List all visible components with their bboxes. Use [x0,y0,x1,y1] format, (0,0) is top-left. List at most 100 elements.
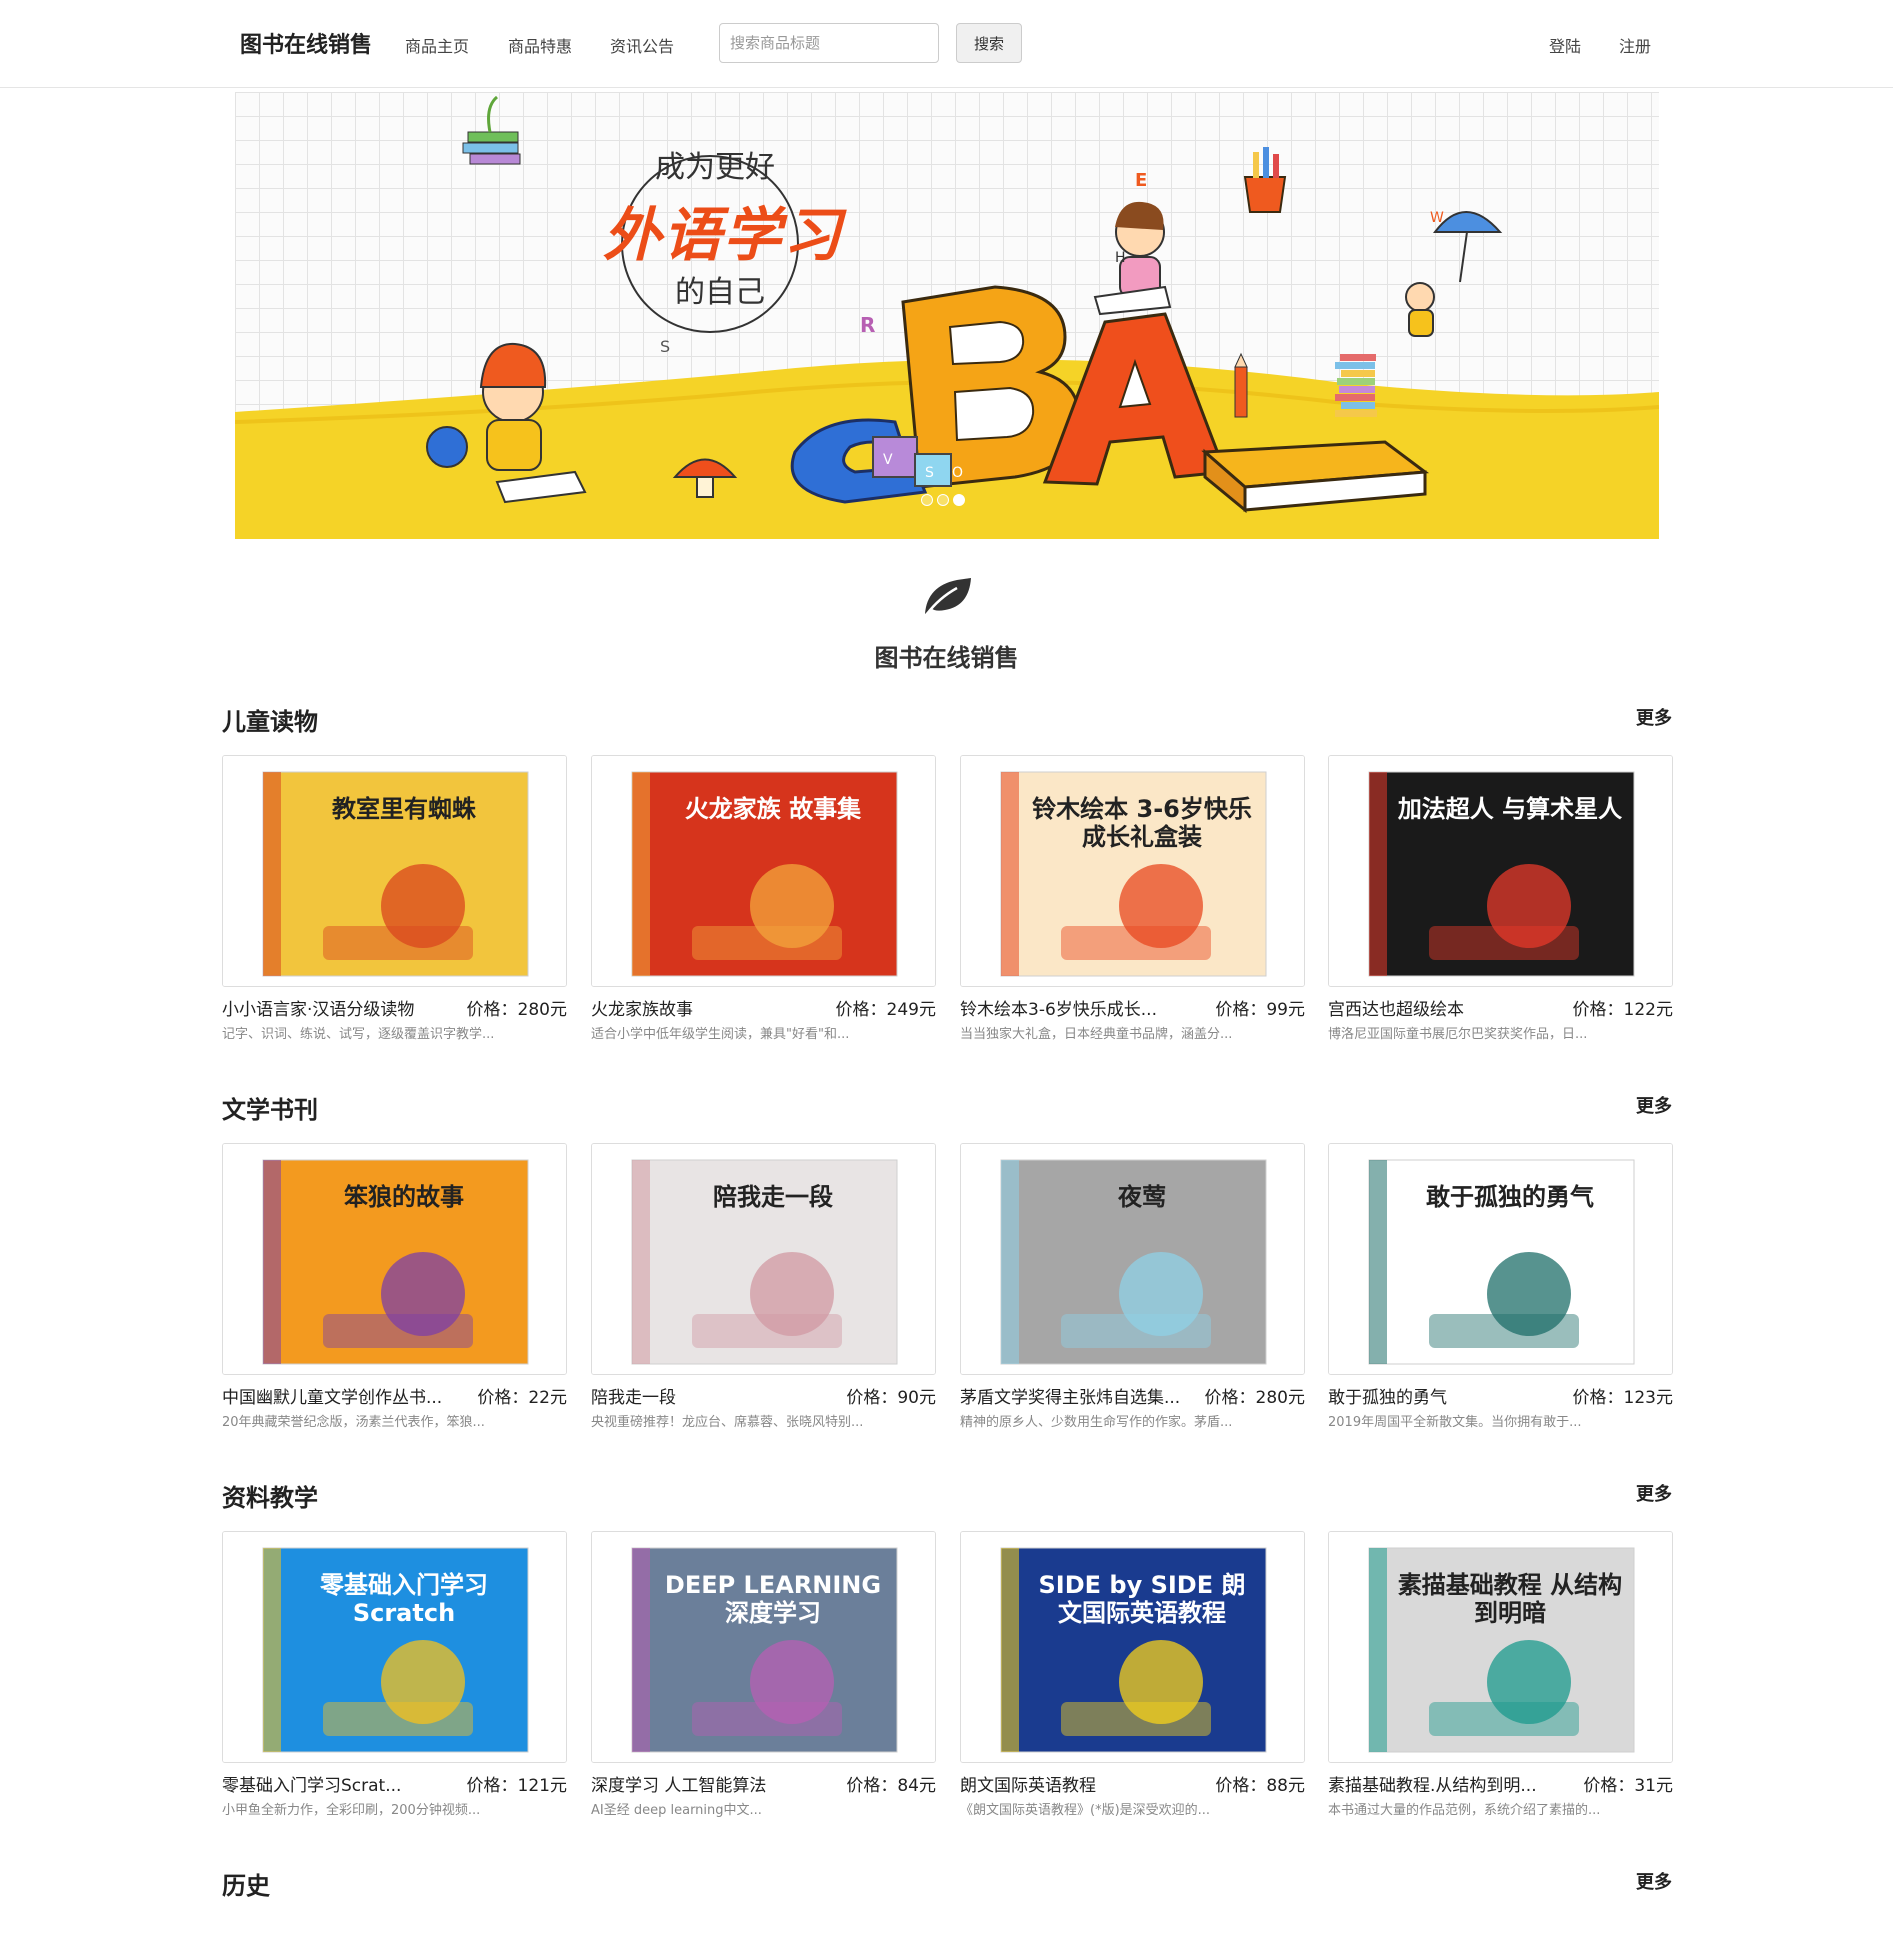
product-thumbnail[interactable]: 铃木绘本 3-6岁快乐成长礼盒装 [960,755,1305,987]
product-price: 价格：280元 [1204,1388,1305,1408]
product-description: 小甲鱼全新力作，全彩印刷，200分钟视频... [222,1803,481,1818]
nav-home[interactable]: 商品主页 [405,33,469,57]
product-card[interactable]: SIDE by SIDE 朗文国际英语教程 朗文国际英语教程 价格：88元 《朗… [960,1531,1305,1818]
product-description: 博洛尼亚国际童书展厄尔巴奖获奖作品，日... [1328,1027,1588,1042]
book-cover-image [223,756,566,986]
leaf-icon [925,578,971,615]
product-thumbnail[interactable]: 火龙家族 故事集 [591,755,936,987]
product-name[interactable]: 铃木绘本3-6岁快乐成长... [960,995,1180,1020]
book-cover-title: 敢于孤独的勇气 [1426,1183,1594,1211]
section-title: 资料教学 [222,1484,318,1512]
product-card[interactable]: 素描基础教程 从结构到明暗 素描基础教程.从结构到明... 价格：31元 本书通… [1328,1531,1673,1818]
product-name[interactable]: 宫西达也超级绘本 [1328,995,1548,1020]
book-cover-title: 铃木绘本 3-6岁快乐成长礼盒装 [1032,795,1252,851]
nav-deals[interactable]: 商品特惠 [508,33,572,57]
product-price: 价格：123元 [1572,1388,1673,1408]
product-card[interactable]: DEEP LEARNING 深度学习 深度学习 人工智能算法 价格：84元 AI… [591,1531,936,1818]
register-link[interactable]: 注册 [1619,33,1651,57]
product-name[interactable]: 火龙家族故事 [591,995,811,1020]
book-cover-image [1329,1144,1672,1374]
section-title: 历史 [222,1872,270,1900]
login-link[interactable]: 登陆 [1549,33,1581,57]
top-navbar: 图书在线销售 商品主页 商品特惠 资讯公告 搜索 登陆 注册 [0,0,1893,88]
product-thumbnail[interactable]: 陪我走一段 [591,1143,936,1375]
nav-news[interactable]: 资讯公告 [610,33,674,57]
product-thumbnail[interactable]: 夜莺 [960,1143,1305,1375]
product-thumbnail[interactable]: 加法超人 与算术星人 [1328,755,1673,987]
carousel-dot-1[interactable] [921,494,933,506]
more-link[interactable]: 更多 [1636,1868,1672,1894]
hero-banner[interactable]: E H W R S V S O 成为更好 外语学习 的自己 [235,92,1659,539]
product-name[interactable]: 茅盾文学奖得主张炜自选集... [960,1383,1180,1408]
product-description: 《朗文国际英语教程》(*版)是深受欢迎的... [960,1803,1211,1818]
product-card[interactable]: 夜莺 茅盾文学奖得主张炜自选集... 价格：280元 精神的原乡人、少数用生命写… [960,1143,1305,1430]
product-card[interactable]: 铃木绘本 3-6岁快乐成长礼盒装 铃木绘本3-6岁快乐成长... 价格：99元 … [960,755,1305,1042]
product-thumbnail[interactable]: 教室里有蜘蛛 [222,755,567,987]
product-name[interactable]: 陪我走一段 [591,1383,811,1408]
banner-letter-s: S [660,337,670,356]
search-button[interactable]: 搜索 [956,23,1022,63]
product-card[interactable]: 零基础入门学习 Scratch 零基础入门学习Scrat... 价格：121元 … [222,1531,567,1818]
product-price: 价格：88元 [1215,1776,1305,1796]
product-card[interactable]: 陪我走一段 陪我走一段 价格：90元 央视重磅推荐！龙应台、席慕蓉、张晓风特别.… [591,1143,936,1430]
book-cover-image [223,1144,566,1374]
product-card[interactable]: 加法超人 与算术星人 宫西达也超级绘本 价格：122元 博洛尼亚国际童书展厄尔巴… [1328,755,1673,1042]
carousel-dot-3[interactable] [953,494,965,506]
banner-slogan-top: 成为更好 [655,150,775,185]
product-price: 价格：249元 [835,1000,936,1020]
book-cover-title: 加法超人 与算术星人 [1397,795,1623,823]
product-thumbnail[interactable]: 素描基础教程 从结构到明暗 [1328,1531,1673,1763]
more-link[interactable]: 更多 [1636,704,1672,730]
product-thumbnail[interactable]: 零基础入门学习 Scratch [222,1531,567,1763]
product-price: 价格：90元 [846,1388,936,1408]
banner-letter-s2: S [925,465,934,481]
product-price: 价格：31元 [1583,1776,1673,1796]
product-card[interactable]: 教室里有蜘蛛 小小语言家·汉语分级读物 价格：280元 记字、识词、练说、试写，… [222,755,567,1042]
product-price: 价格：122元 [1572,1000,1673,1020]
product-card[interactable]: 笨狼的故事 中国幽默儿童文学创作丛书... 价格：22元 20年典藏荣誉纪念版，… [222,1143,567,1430]
product-name[interactable]: 朗文国际英语教程 [960,1771,1180,1796]
product-description: 精神的原乡人、少数用生命写作的作家。茅盾... [960,1415,1233,1430]
product-name[interactable]: 零基础入门学习Scrat... [222,1771,442,1796]
product-description: 记字、识词、练说、试写，逐级覆盖识字教学... [222,1027,495,1042]
book-cover-image [961,756,1304,986]
banner-letter-e: E [1135,170,1147,191]
product-thumbnail[interactable]: 敢于孤独的勇气 [1328,1143,1673,1375]
book-cover-title: 火龙家族 故事集 [684,795,862,823]
more-link[interactable]: 更多 [1636,1092,1672,1118]
product-thumbnail[interactable]: SIDE by SIDE 朗文国际英语教程 [960,1531,1305,1763]
product-name[interactable]: 小小语言家·汉语分级读物 [222,995,442,1020]
carousel-dot-2[interactable] [937,494,949,506]
product-name[interactable]: 素描基础教程.从结构到明... [1328,1771,1548,1796]
book-cover-image [223,1532,566,1762]
product-card[interactable]: 火龙家族 故事集 火龙家族故事 价格：249元 适合小学中低年级学生阅读，兼具"… [591,755,936,1042]
book-cover-image [961,1144,1304,1374]
product-thumbnail[interactable]: 笨狼的故事 [222,1143,567,1375]
product-description: 20年典藏荣誉纪念版，汤素兰代表作，笨狼... [222,1415,485,1430]
book-cover-image [1329,1532,1672,1762]
more-link[interactable]: 更多 [1636,1480,1672,1506]
book-cover-title: 笨狼的故事 [344,1183,464,1211]
product-name[interactable]: 深度学习 人工智能算法 [591,1771,811,1796]
product-description: 2019年周国平全新散文集。当你拥有敢于... [1328,1415,1582,1430]
book-cover-title: 零基础入门学习 Scratch [320,1571,488,1627]
product-thumbnail[interactable]: DEEP LEARNING 深度学习 [591,1531,936,1763]
book-cover-title: 素描基础教程 从结构到明暗 [1397,1571,1623,1627]
product-price: 价格：121元 [466,1776,567,1796]
product-description: 当当独家大礼盒，日本经典童书品牌，涵盖分... [960,1027,1233,1042]
book-cover-title: DEEP LEARNING 深度学习 [664,1571,882,1627]
book-cover-title: 陪我走一段 [713,1183,833,1211]
banner-letter-o: O [952,465,963,481]
product-name[interactable]: 敢于孤独的勇气 [1328,1383,1548,1408]
book-cover-image [592,1532,935,1762]
search-input[interactable] [719,23,939,63]
product-description: 适合小学中低年级学生阅读，兼具"好看"和... [591,1027,850,1042]
product-name[interactable]: 中国幽默儿童文学创作丛书... [222,1383,442,1408]
book-cover-title: 夜莺 [1118,1183,1166,1211]
product-description: 央视重磅推荐！龙应台、席慕蓉、张晓风特别... [591,1415,864,1430]
banner-illustration: E H W R S V S O [235,95,1659,539]
book-cover-image [592,1144,935,1374]
book-cover-image [592,756,935,986]
brand-logo[interactable]: 图书在线销售 [240,27,372,59]
product-card[interactable]: 敢于孤独的勇气 敢于孤独的勇气 价格：123元 2019年周国平全新散文集。当你… [1328,1143,1673,1430]
